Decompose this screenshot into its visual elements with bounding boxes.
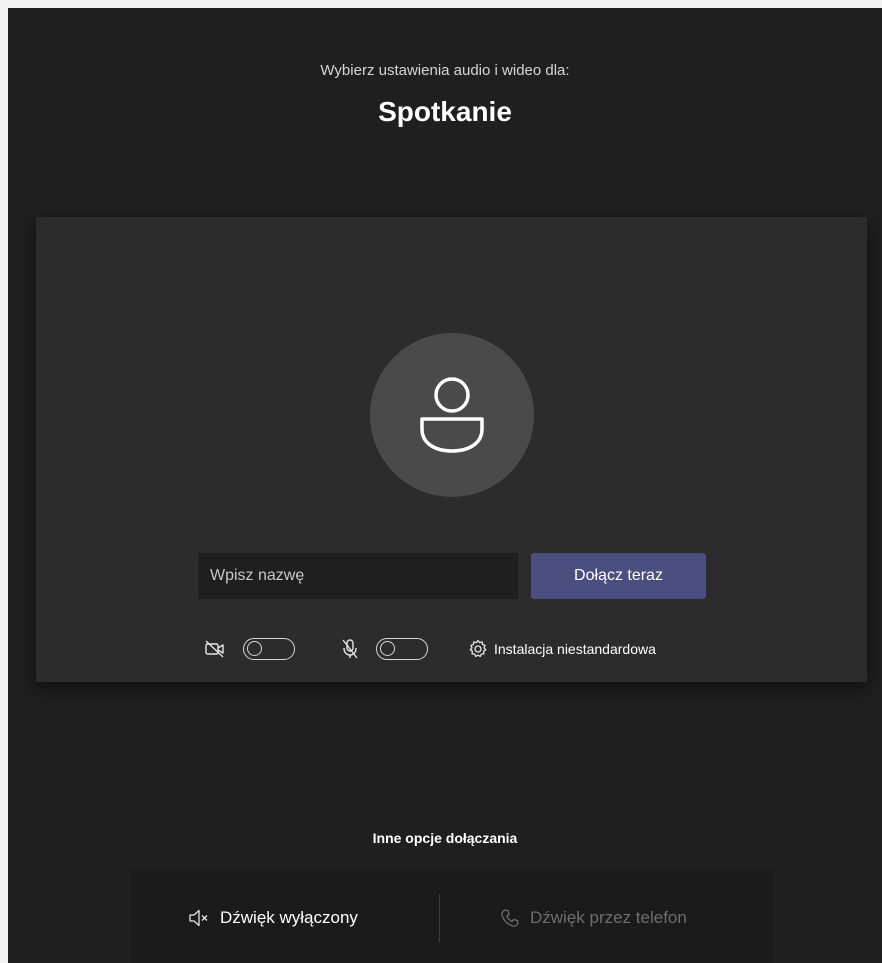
- phone-icon: [501, 909, 519, 927]
- other-join-options-title: Inne opcje dołączania: [372, 830, 518, 846]
- audio-off-label: Dźwięk wyłączony: [220, 908, 358, 927]
- video-toggle-knob: [247, 641, 262, 656]
- audio-off-option[interactable]: Dźwięk wyłączony: [188, 906, 358, 930]
- video-toggle[interactable]: [243, 638, 295, 660]
- prejoin-subtitle: Wybierz ustawienia audio i wideo dla:: [320, 62, 570, 79]
- phone-audio-label: Dźwięk przez telefon: [530, 908, 687, 927]
- name-input[interactable]: [198, 553, 518, 599]
- options-divider: [439, 894, 440, 942]
- mic-toggle[interactable]: [376, 638, 428, 660]
- custom-setup-label: Instalacja niestandardowa: [494, 641, 656, 657]
- camera-off-icon: [205, 640, 224, 658]
- other-join-options-bar: Dźwięk wyłączony Dźwięk przez telefon: [130, 870, 773, 963]
- avatar: [370, 333, 534, 497]
- speaker-off-icon: [189, 909, 208, 927]
- join-now-button[interactable]: Dołącz teraz: [531, 553, 706, 599]
- prejoin-screen: Wybierz ustawienia audio i wideo dla: Sp…: [8, 8, 882, 963]
- mic-toggle-knob: [380, 641, 395, 656]
- custom-setup-button[interactable]: Instalacja niestandardowa: [468, 637, 656, 661]
- phone-audio-option[interactable]: Dźwięk przez telefon: [500, 906, 687, 930]
- meeting-title: Spotkanie: [378, 96, 512, 127]
- gear-icon: [469, 639, 487, 658]
- person-icon: [420, 377, 484, 453]
- mic-off-icon: [342, 639, 358, 659]
- video-preview-panel: Dołącz teraz Instal: [36, 217, 867, 682]
